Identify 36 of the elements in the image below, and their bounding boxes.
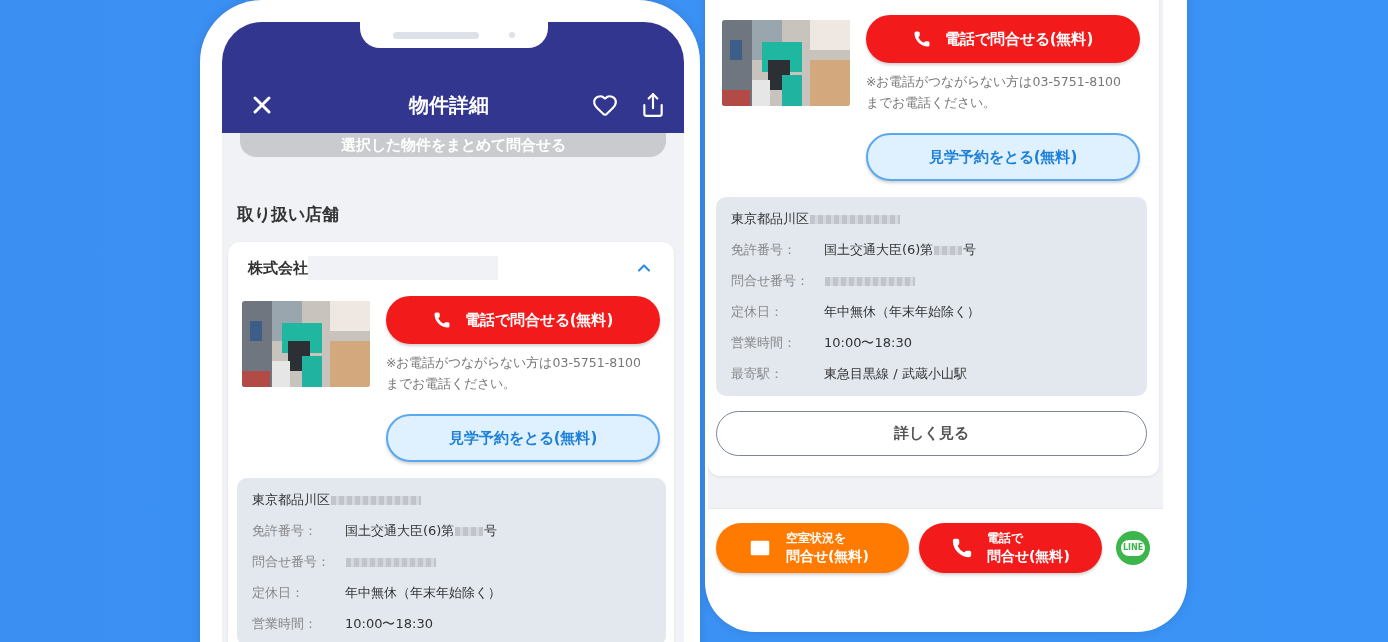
visit-booking-button[interactable]: 見学予約をとる(無料) (866, 133, 1140, 181)
section-title: 取り扱い店舗 (237, 203, 340, 226)
info-label: 最寄駅： (731, 365, 784, 383)
note-text: ※お電話がつながらない方は03-5751-8100 までお電話ください。 (386, 354, 643, 393)
info-value: 号 (484, 522, 498, 540)
info-value: 年中無休（年末年始除く） (345, 584, 501, 602)
info-label: 問合せ番号： (252, 553, 331, 571)
call-button[interactable]: 電話で問合せる(無料) (866, 15, 1140, 63)
info-label: 定休日： (252, 584, 305, 602)
phone-icon (951, 537, 973, 559)
details-button[interactable]: 詳しく見る (716, 411, 1147, 456)
info-value: 東急目黒線 / 武蔵小山駅 (824, 365, 967, 383)
info-value: 号 (963, 241, 977, 259)
address-text: 東京都品川区 (731, 210, 809, 228)
shop-name: 株式会社 (248, 258, 308, 278)
mail-inquiry-button[interactable]: 空室状況を 問合せ(無料) (716, 523, 909, 573)
phone-inquiry-button[interactable]: 電話で 問合せ(無料) (919, 523, 1102, 573)
visit-booking-button[interactable]: 見学予約をとる(無料) (386, 414, 660, 462)
info-label: 問合せ番号： (731, 272, 810, 290)
info-label: 定休日： (731, 303, 784, 321)
note-text: ※お電話がつながらない方は03-5751-8100 までお電話ください。 (866, 73, 1123, 112)
info-label: 免許番号： (252, 522, 318, 540)
phone-icon (912, 30, 931, 48)
line-app-button[interactable]: LINE (1116, 531, 1150, 565)
info-value: 年中無休（年末年始除く） (824, 303, 980, 321)
address-text: 東京都品川区 (252, 491, 330, 509)
header-title: 物件詳細 (409, 92, 489, 119)
info-label: 免許番号： (731, 241, 797, 259)
info-label: 営業時間： (252, 615, 318, 633)
call-button[interactable]: 電話で問合せる(無料) (386, 296, 660, 344)
info-value: 国土交通大臣(6)第 (345, 522, 455, 540)
phone-icon (432, 311, 451, 329)
info-value: 10:00〜18:30 (824, 334, 912, 352)
info-value: 国土交通大臣(6)第 (824, 241, 934, 259)
info-label: 営業時間： (731, 334, 797, 352)
info-value: 10:00〜18:30 (345, 615, 433, 633)
